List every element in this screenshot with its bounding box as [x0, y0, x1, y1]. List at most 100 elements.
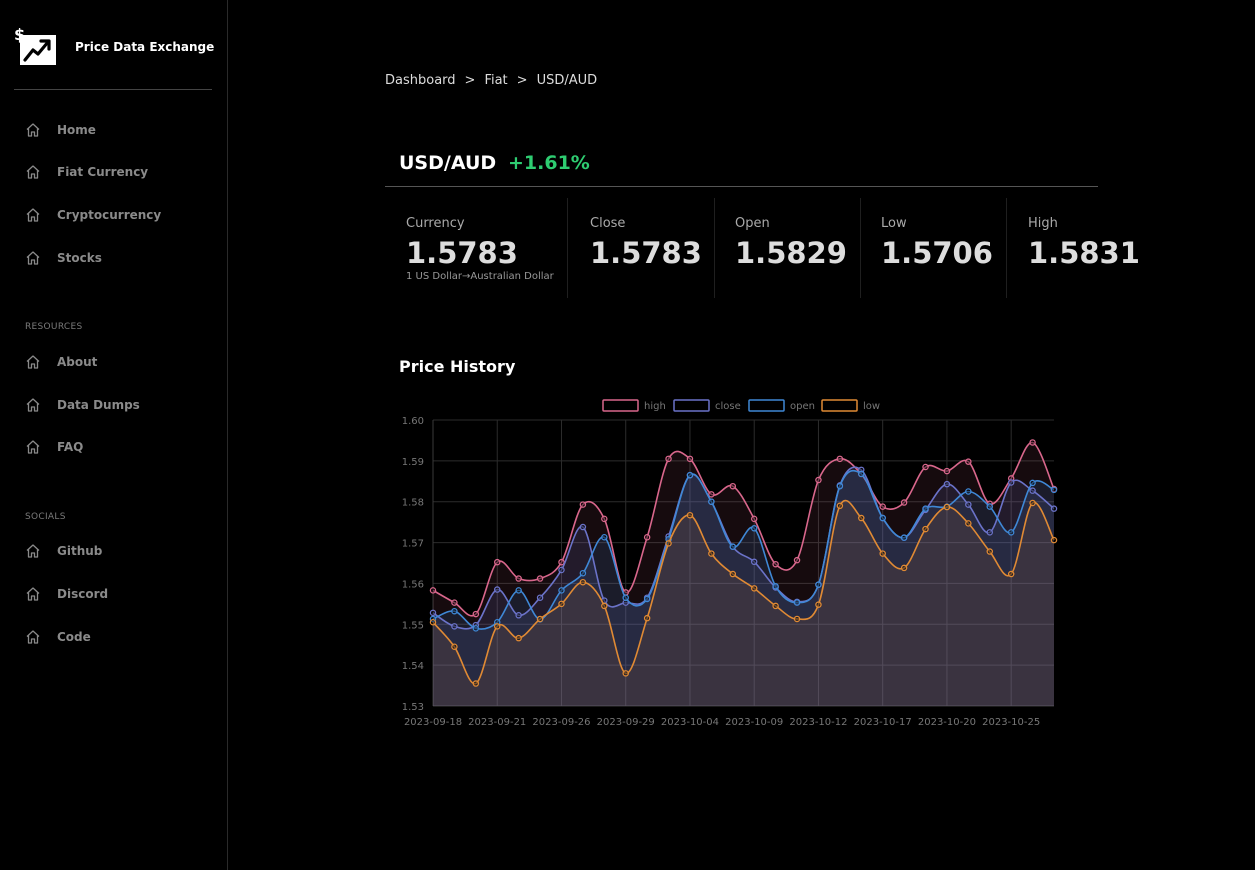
brand-name: Price Data Exchange	[75, 40, 215, 54]
data-point-high	[601, 515, 608, 523]
sidebar-item-label: Github	[57, 544, 103, 558]
data-point-low	[879, 550, 886, 557]
sidebar-item-about[interactable]: About	[25, 350, 215, 374]
y-tick-label: 1.60	[402, 416, 424, 427]
stat-value: 1.5783	[590, 236, 702, 270]
breadcrumb-dashboard[interactable]: Dashboard	[385, 73, 456, 88]
x-tick-label: 2023-10-20	[918, 717, 976, 728]
data-point-open	[622, 594, 629, 601]
section-label-socials: SOCIALS	[25, 512, 66, 522]
breadcrumb-separator: >	[464, 73, 476, 88]
price-history-chart[interactable]: 1.53 1.54 1.55 1.56 1.57 1.58 1.59 1.60 2023-09-…	[385, 390, 1075, 735]
data-point-low	[558, 600, 565, 608]
y-tick-label: 1.54	[402, 661, 424, 672]
sidebar-item-github[interactable]: Github	[25, 539, 215, 563]
data-point-high	[429, 587, 437, 594]
y-tick-label: 1.53	[402, 702, 424, 713]
data-point-open	[772, 583, 779, 590]
data-point-high	[965, 458, 972, 465]
sidebar-item-label: Data Dumps	[57, 398, 140, 412]
sidebar-item-data-dumps[interactable]: Data Dumps	[25, 393, 215, 417]
breadcrumb-fiat[interactable]: Fiat	[484, 73, 507, 88]
sidebar-item-label: Code	[57, 630, 91, 644]
data-point-low	[708, 550, 715, 557]
x-tick-label: 2023-10-12	[789, 717, 847, 728]
x-tick-label: 2023-09-18	[404, 717, 462, 728]
data-point-open	[515, 587, 522, 594]
data-point-high	[708, 491, 715, 498]
data-point-low	[622, 670, 629, 677]
data-point-high	[815, 476, 822, 484]
legend-swatch-high	[602, 399, 639, 412]
y-tick-label: 1.59	[402, 457, 424, 468]
data-point-low	[643, 614, 651, 622]
legend-label-low: low	[863, 401, 880, 412]
data-point-high	[558, 558, 565, 566]
data-point-low	[451, 643, 458, 651]
data-point-low	[943, 503, 951, 511]
data-point-low	[858, 514, 865, 522]
data-point-open	[836, 482, 844, 490]
data-point-low	[1029, 499, 1036, 507]
sidebar: $ Price Data Exchange Home Fiat Currency…	[0, 0, 228, 870]
data-point-low	[772, 602, 779, 610]
brand[interactable]: $ Price Data Exchange	[14, 26, 214, 66]
stat-label: Close	[590, 216, 626, 231]
sidebar-item-cryptocurrency[interactable]: Cryptocurrency	[25, 203, 215, 227]
data-point-high	[472, 610, 480, 618]
page-title: USD/AUD	[399, 152, 497, 174]
data-point-low	[900, 564, 908, 572]
sidebar-item-fiat-currency[interactable]: Fiat Currency	[25, 160, 215, 184]
data-point-close	[1050, 505, 1058, 512]
stats-panel: Currency 1.5783 1 US Dollar→Australian D…	[385, 198, 1145, 298]
legend-swatch-close	[673, 399, 710, 412]
data-point-close	[986, 529, 994, 536]
x-tick-label: 2023-10-17	[854, 717, 912, 728]
data-point-low	[793, 615, 801, 623]
data-point-close	[493, 586, 501, 593]
home-icon	[26, 544, 40, 558]
data-point-high	[493, 558, 501, 566]
breadcrumb-separator: >	[516, 73, 528, 88]
data-point-low	[729, 570, 737, 578]
data-point-high	[879, 503, 886, 510]
data-point-high	[579, 501, 587, 508]
data-point-close	[1007, 479, 1015, 486]
sidebar-item-home[interactable]: Home	[25, 118, 215, 142]
legend-label-open: open	[790, 401, 815, 412]
x-tick-label: 2023-10-04	[661, 717, 719, 728]
stat-divider	[1006, 198, 1007, 298]
data-point-close	[965, 501, 972, 508]
data-point-high	[1029, 439, 1036, 446]
sidebar-item-label: Stocks	[57, 251, 102, 265]
sidebar-item-label: Cryptocurrency	[57, 208, 162, 222]
sidebar-item-stocks[interactable]: Stocks	[25, 246, 215, 270]
sidebar-item-discord[interactable]: Discord	[25, 582, 215, 606]
data-point-open	[1029, 479, 1036, 487]
data-point-close	[429, 609, 437, 617]
title-divider	[385, 186, 1098, 187]
sidebar-item-code[interactable]: Code	[25, 625, 215, 649]
sidebar-item-faq[interactable]: FAQ	[25, 435, 215, 459]
stat-label: Low	[881, 216, 907, 231]
sidebar-item-label: About	[57, 355, 98, 369]
data-point-open	[986, 503, 994, 510]
legend-swatch-low	[821, 399, 858, 412]
data-point-close	[558, 566, 565, 574]
data-point-low	[515, 634, 522, 642]
data-point-close	[1029, 487, 1036, 494]
data-point-low	[1050, 536, 1058, 544]
stat-subtext: 1 US Dollar→Australian Dollar	[406, 271, 554, 282]
stat-label: High	[1028, 216, 1058, 231]
price-change-badge: +1.61%	[508, 152, 590, 174]
legend-swatch-open	[748, 399, 785, 412]
data-point-low	[686, 511, 694, 519]
data-point-open	[601, 534, 608, 541]
home-icon	[26, 587, 40, 601]
data-point-open	[579, 569, 587, 577]
data-point-low	[472, 680, 480, 687]
y-tick-label: 1.57	[402, 539, 424, 550]
data-point-high	[536, 575, 544, 582]
data-point-close	[943, 480, 951, 488]
data-point-low	[579, 578, 587, 586]
